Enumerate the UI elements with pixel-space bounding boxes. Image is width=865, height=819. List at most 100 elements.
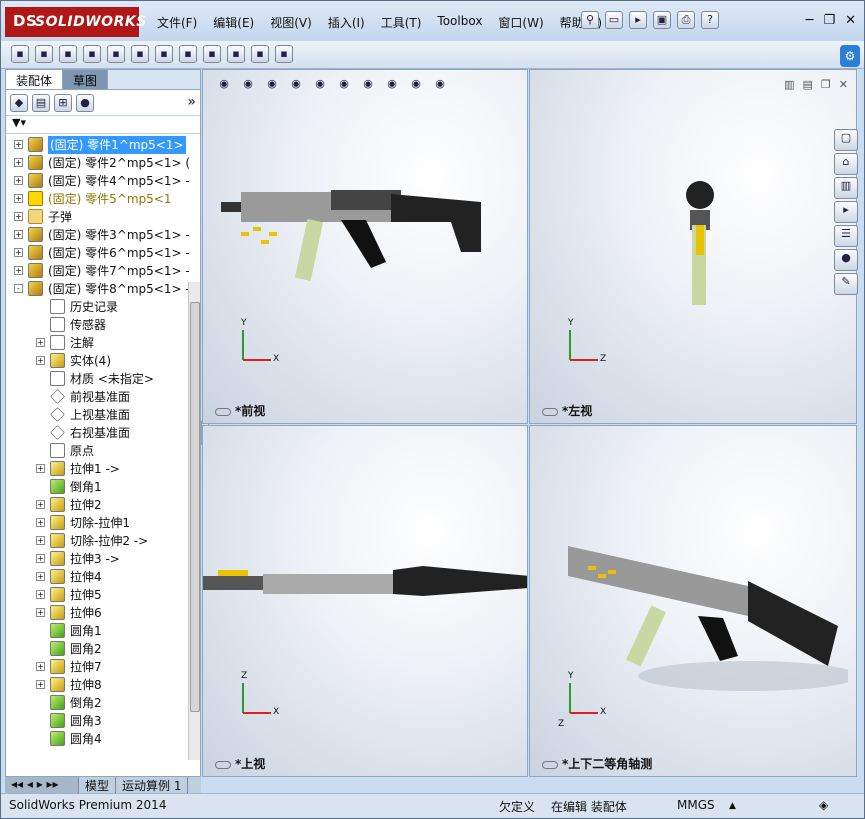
help-question-icon[interactable]: ? xyxy=(701,11,719,29)
tree-item[interactable]: 历史记录 xyxy=(6,298,200,316)
tree-item[interactable]: 圆角2 xyxy=(6,640,200,658)
expand-icon[interactable]: + xyxy=(36,572,45,581)
feature-manager-icon[interactable]: ◆ xyxy=(10,94,28,112)
exploded-view-icon[interactable]: ▪ xyxy=(227,45,245,63)
assembly-features-icon[interactable]: ▪ xyxy=(131,45,149,63)
section-view-icon[interactable]: ◉ xyxy=(287,76,305,94)
view-palette-icon[interactable]: ☰ xyxy=(834,225,858,247)
tree-item[interactable]: 原点 xyxy=(6,442,200,460)
tree-item[interactable]: 圆角1 xyxy=(6,622,200,640)
minimize-icon[interactable]: ─ xyxy=(806,13,814,28)
tab-nav-arrows[interactable]: ◂◂ ◂ ▸ ▸▸ xyxy=(5,777,79,793)
units-arrow-icon[interactable]: ▲ xyxy=(729,801,736,811)
tree-item[interactable]: 前视基准面 xyxy=(6,388,200,406)
tree-item[interactable]: + 拉伸2 xyxy=(6,496,200,514)
tree-item[interactable]: + (固定) 零件1^mp5<1> xyxy=(6,136,200,154)
collapse-icon[interactable]: - xyxy=(14,284,23,293)
link-views-icon[interactable] xyxy=(215,407,231,416)
filter-icon[interactable]: ▼▾ xyxy=(12,116,26,129)
hide-show-icon[interactable]: ◉ xyxy=(359,76,377,94)
tab-assembly[interactable]: 装配体 xyxy=(6,70,64,89)
show-hidden-icon[interactable]: ▪ xyxy=(107,45,125,63)
custom-properties-icon[interactable]: ✎ xyxy=(834,273,858,295)
file-explorer-icon[interactable]: ▸ xyxy=(834,201,858,223)
expand-chevron-icon[interactable]: » xyxy=(187,94,196,111)
property-manager-icon[interactable]: ▤ xyxy=(32,94,50,112)
expand-icon[interactable]: + xyxy=(14,176,23,185)
save-icon[interactable]: ▣ xyxy=(653,11,671,29)
expand-icon[interactable]: + xyxy=(36,662,45,671)
move-component-icon[interactable]: ▪ xyxy=(83,45,101,63)
mate-icon[interactable]: ▪ xyxy=(35,45,53,63)
expand-icon[interactable]: + xyxy=(36,680,45,689)
apply-scene-icon[interactable]: ◉ xyxy=(407,76,425,94)
viewport-1[interactable]: ◉ ◉ ◉ ◉ ◉ ◉ ◉ ◉ ◉ ◉ Y X *前视 xyxy=(202,69,528,424)
tree-vertical-scrollbar[interactable] xyxy=(188,282,200,760)
restore-viewport-icon[interactable]: ❐ xyxy=(821,78,831,91)
split-horizontal-icon[interactable]: ▤ xyxy=(803,78,813,91)
expand-icon[interactable]: + xyxy=(36,500,45,509)
tab-sketch[interactable]: 草图 xyxy=(63,70,109,89)
expand-icon[interactable]: + xyxy=(36,536,45,545)
tree-item[interactable]: + (固定) 零件6^mp5<1> - xyxy=(6,244,200,262)
design-library-icon[interactable]: ▥ xyxy=(834,177,858,199)
tree-item[interactable]: - (固定) 零件8^mp5<1> - xyxy=(6,280,200,298)
viewport-4[interactable]: Y X Z *上下二等角轴测 xyxy=(529,425,857,777)
home-icon[interactable]: ⌂ xyxy=(834,153,858,175)
configuration-manager-icon[interactable]: ⊞ xyxy=(54,94,72,112)
scroll-thumb[interactable] xyxy=(190,302,200,712)
tree-item[interactable]: + (固定) 零件4^mp5<1> - xyxy=(6,172,200,190)
close-viewport-icon[interactable]: ✕ xyxy=(839,78,848,91)
menu-item[interactable]: 编辑(E) xyxy=(205,14,262,31)
rebuild-icon[interactable]: ◈ xyxy=(819,798,828,812)
expand-icon[interactable]: + xyxy=(36,338,45,347)
insert-component-icon[interactable]: ▪ xyxy=(11,45,29,63)
tree-item[interactable]: 材质 <未指定> xyxy=(6,370,200,388)
restore-icon[interactable]: ❐ xyxy=(823,13,835,28)
tree-item[interactable]: + (固定) 零件3^mp5<1> - xyxy=(6,226,200,244)
tree-item[interactable]: 圆角3 xyxy=(6,712,200,730)
tree-item[interactable]: + 拉伸4 xyxy=(6,568,200,586)
smart-fasteners-icon[interactable]: ▪ xyxy=(59,45,77,63)
tree-item[interactable]: + 切除-拉伸2 -> xyxy=(6,532,200,550)
tree-item[interactable]: 倒角1 xyxy=(6,478,200,496)
expand-icon[interactable]: + xyxy=(14,140,23,149)
expand-icon[interactable]: + xyxy=(36,590,45,599)
display-manager-icon[interactable]: ● xyxy=(76,94,94,112)
tree-item[interactable]: 传感器 xyxy=(6,316,200,334)
tree-item[interactable]: + 注解 xyxy=(6,334,200,352)
link-views-icon[interactable] xyxy=(215,760,231,769)
print-icon[interactable]: ⎙ xyxy=(677,11,695,29)
expand-icon[interactable]: + xyxy=(14,248,23,257)
tree-item[interactable]: 倒角2 xyxy=(6,694,200,712)
reference-geometry-icon[interactable]: ▪ xyxy=(155,45,173,63)
mp5-model[interactable] xyxy=(670,165,730,318)
tree-item[interactable]: + (固定) 零件5^mp5<1 xyxy=(6,190,200,208)
expand-icon[interactable]: + xyxy=(14,266,23,275)
open-folder-icon[interactable]: ▸ xyxy=(629,11,647,29)
tree-item[interactable]: 右视基准面 xyxy=(6,424,200,442)
expand-icon[interactable]: + xyxy=(14,194,23,203)
viewport-3[interactable]: Z X *上视 xyxy=(202,425,528,777)
tree-item[interactable]: + 拉伸1 -> xyxy=(6,460,200,478)
tree-item[interactable]: + 切除-拉伸1 xyxy=(6,514,200,532)
tree-item[interactable]: + 子弹 xyxy=(6,208,200,226)
menu-item[interactable]: 文件(F) xyxy=(149,14,205,31)
expand-icon[interactable]: + xyxy=(14,158,23,167)
resources-icon[interactable]: ▢ xyxy=(834,129,858,151)
appearances-icon[interactable]: ● xyxy=(834,249,858,271)
solidworks-logo[interactable]: DS SOLIDWORKS xyxy=(5,7,146,37)
menu-item[interactable]: 插入(I) xyxy=(320,14,373,31)
expand-icon[interactable]: + xyxy=(14,230,23,239)
expand-icon[interactable]: + xyxy=(14,212,23,221)
close-icon[interactable]: ✕ xyxy=(845,13,856,28)
tree-item[interactable]: + 拉伸3 -> xyxy=(6,550,200,568)
units-selector[interactable]: MMGS xyxy=(677,798,715,812)
mp5-model[interactable] xyxy=(203,556,527,619)
menu-item[interactable]: 工具(T) xyxy=(373,14,430,31)
view-orientation-icon[interactable]: ◉ xyxy=(311,76,329,94)
tree-item[interactable]: + 拉伸6 xyxy=(6,604,200,622)
display-style-icon[interactable]: ◉ xyxy=(335,76,353,94)
edit-appearance-icon[interactable]: ◉ xyxy=(383,76,401,94)
tree-item[interactable]: + 拉伸7 xyxy=(6,658,200,676)
